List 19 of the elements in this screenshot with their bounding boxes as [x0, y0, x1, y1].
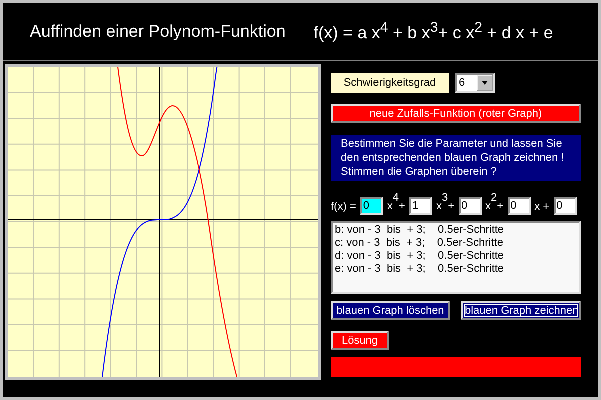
random-function-button[interactable]: neue Zufalls-Funktion (roter Graph): [331, 104, 581, 123]
instructions-text: Bestimmen Sie die Parameter und lassen Sie den entsprechenden blauen Graph zeichnen ! Stimmen die Graphen überein ?: [331, 135, 581, 181]
coefficient-field[interactable]: 0: [458, 197, 482, 215]
difficulty-label: Schwierigkeitsgrad: [331, 73, 449, 93]
range-item: d: von - 3 bis + 3; 0.5er-Schritte: [335, 250, 506, 263]
function-label: f(x) =: [331, 200, 356, 215]
formula: f(x) = a x$^{4}$ + b x$^{3}$+ c x$^{2}$ + d x + e: [314, 20, 554, 44]
range-item: c: von - 3 bis + 3; 0.5er-Schritte: [335, 237, 504, 250]
coefficient-field[interactable]: 1: [409, 197, 432, 215]
coefficient-field[interactable]: 0: [508, 197, 531, 215]
coefficient-field[interactable]: 0: [554, 197, 577, 215]
clear-graph-button[interactable]: blauen Graph löschen: [331, 301, 450, 320]
difficulty-select[interactable]: 6: [455, 73, 495, 93]
solution-button[interactable]: Lösung: [331, 331, 389, 350]
coefficient-field[interactable]: 0: [360, 197, 384, 215]
app-title: Auffinden einer Polynom-Funktion: [30, 22, 286, 42]
range-item: b: von - 3 bis + 3; 0.5er-Schritte: [335, 224, 506, 237]
power-term: x +: [534, 200, 550, 215]
range-item: e: von - 3 bis + 3; 0.5er-Schritte: [335, 263, 506, 276]
